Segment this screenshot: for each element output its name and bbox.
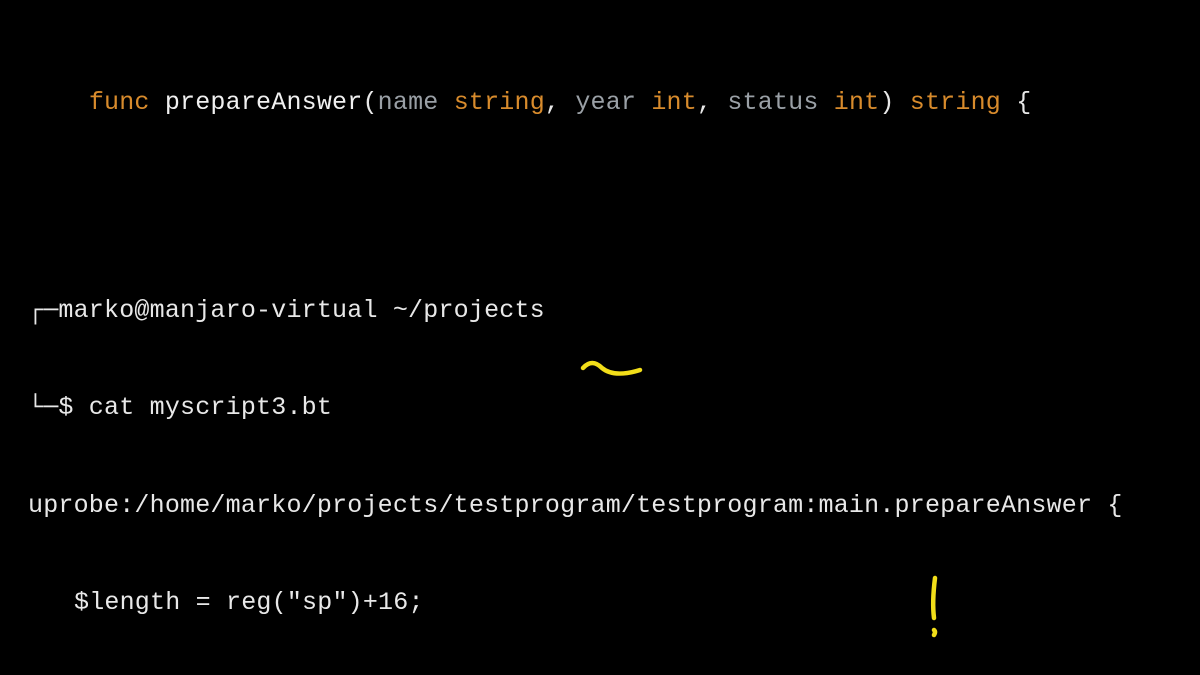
sep2: ,: [697, 88, 727, 117]
param3-name: status: [727, 88, 818, 117]
param1-name: name: [378, 88, 439, 117]
command-cat: └─$ cat myscript3.bt: [28, 392, 1172, 425]
brace-open: {: [1001, 88, 1031, 117]
uprobe-line: uprobe:/home/marko/projects/testprogram/…: [28, 490, 1172, 523]
script-line-length: $length = reg("sp")+16;: [28, 587, 1172, 620]
function-name: prepareAnswer: [165, 88, 363, 117]
param2-type: int: [651, 88, 697, 117]
go-signature: func prepareAnswer(name string, year int…: [28, 54, 1172, 152]
param3-type: int: [834, 88, 880, 117]
keyword-func: func: [89, 88, 150, 117]
paren-close: ): [879, 88, 909, 117]
param1-type: string: [454, 88, 545, 117]
slide-root: func prepareAnswer(name string, year int…: [0, 0, 1200, 675]
param2-name: year: [575, 88, 636, 117]
terminal-block-1: ┌─marko@manjaro-virtual ~/projects └─$ c…: [28, 230, 1172, 675]
prompt-line-1: ┌─marko@manjaro-virtual ~/projects: [28, 295, 1172, 328]
return-type: string: [910, 88, 1001, 117]
sep1: ,: [545, 88, 575, 117]
paren-open: (: [362, 88, 377, 117]
